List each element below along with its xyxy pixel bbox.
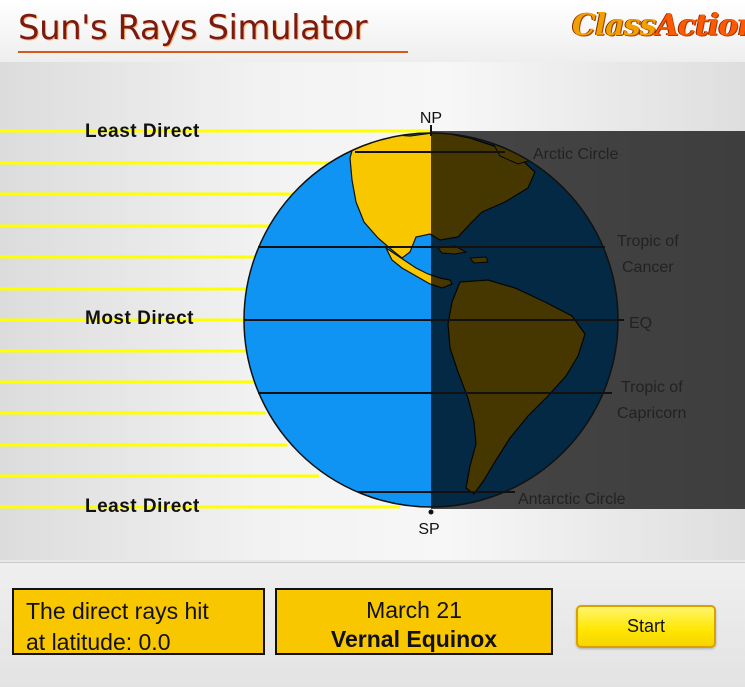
latitude-readout-line1: The direct rays hit (26, 596, 251, 627)
ray-label-most-direct: Most Direct (85, 308, 194, 330)
control-panel: The direct rays hit at latitude: 0.0 Mar… (0, 562, 745, 687)
tropic-of-capricorn-label: Capricorn (617, 405, 686, 422)
simulation-area: NP SP Arctic Circle Tropic of Cancer EQ … (0, 62, 745, 560)
south-pole-label: SP (418, 521, 439, 538)
tropic-of-cancer-label: Tropic of (617, 233, 679, 250)
event-label: Vernal Equinox (277, 624, 551, 654)
logo-text-class: Class (572, 8, 656, 43)
ray-label-least-direct-top: Least Direct (85, 121, 200, 143)
south-pole-marker (429, 510, 434, 515)
earth-globe (244, 125, 745, 515)
logo-text-action: Action (656, 8, 745, 43)
date-readout: March 21 Vernal Equinox (275, 588, 553, 655)
tropic-of-capricorn-label: Tropic of (621, 379, 683, 396)
app-title: Sun's Rays Simulator (18, 8, 367, 48)
app-header: Sun's Rays Simulator ClassAction (0, 0, 745, 63)
antarctic-circle-label: Antarctic Circle (518, 491, 626, 508)
north-pole-label: NP (420, 110, 442, 127)
equator-label: EQ (629, 315, 652, 332)
title-underline (18, 51, 408, 53)
ray-label-least-direct-bottom: Least Direct (85, 496, 200, 518)
tropic-of-cancer-label: Cancer (622, 259, 674, 276)
classaction-logo: ClassAction (572, 8, 745, 43)
start-button[interactable]: Start (576, 605, 716, 648)
latitude-readout-line2: at latitude: 0.0 (26, 627, 251, 658)
latitude-readout: The direct rays hit at latitude: 0.0 (12, 588, 265, 655)
date-label: March 21 (277, 596, 551, 624)
arctic-circle-label: Arctic Circle (533, 146, 618, 163)
